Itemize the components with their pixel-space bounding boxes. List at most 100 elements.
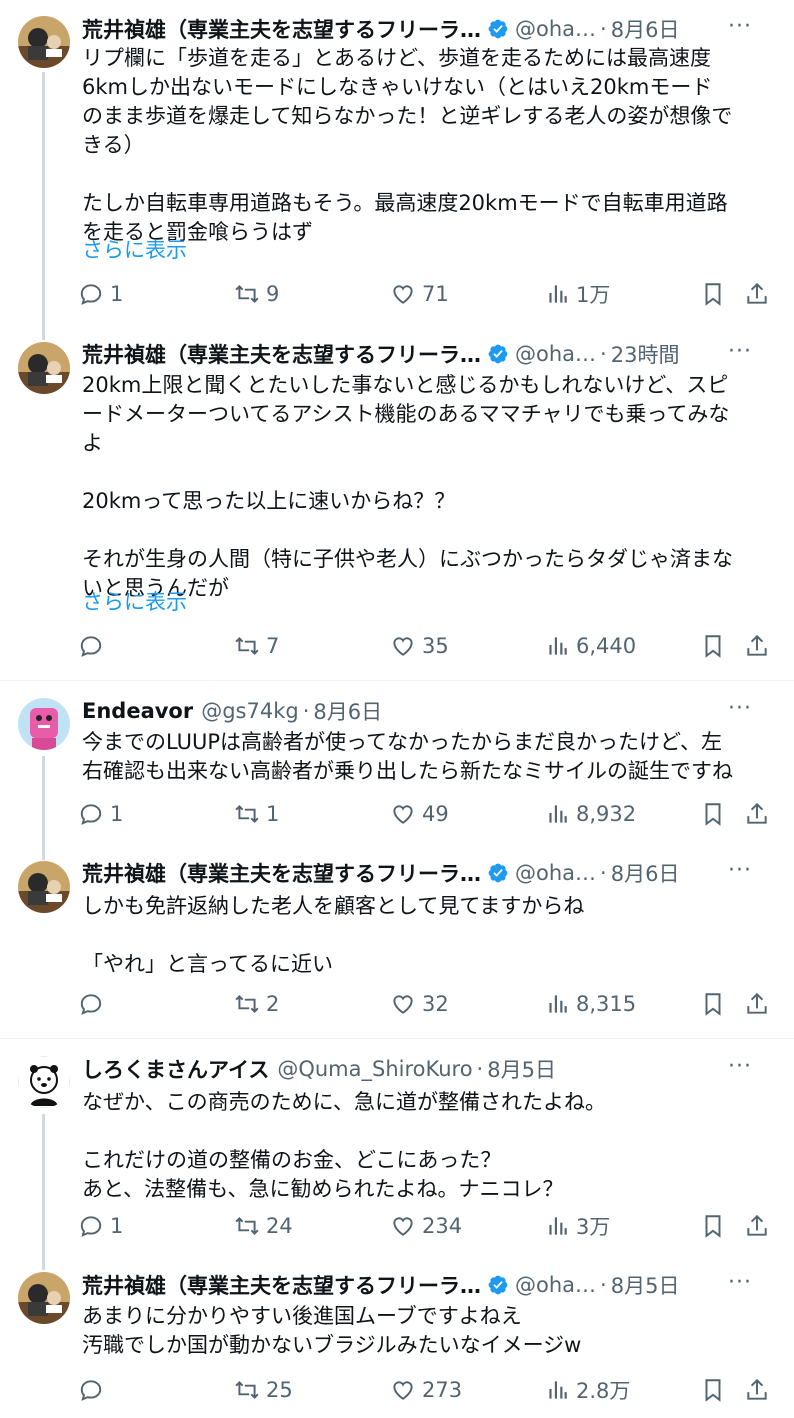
- author-handle[interactable]: @Quma_ShiroKuro: [277, 1057, 472, 1081]
- tweet-text: 20km上限と聞くとたいした事ないと感じるかもしれないけど、スピ ードメーターつ…: [82, 373, 733, 600]
- more-icon[interactable]: ···: [728, 858, 752, 883]
- retweet-count: 2: [266, 992, 280, 1016]
- author-handle[interactable]: @gs74kg: [201, 699, 298, 723]
- reply-button[interactable]: 1: [78, 1208, 123, 1244]
- reply-icon: [80, 636, 102, 657]
- views-icon: [549, 805, 567, 823]
- share-icon: [747, 802, 767, 824]
- share-button[interactable]: [744, 628, 776, 664]
- avatar[interactable]: [18, 342, 70, 394]
- reply-button[interactable]: [78, 628, 110, 664]
- show-more-link[interactable]: さらに表示: [82, 586, 187, 616]
- show-more-link[interactable]: さらに表示: [82, 234, 187, 264]
- retweet-icon: [235, 637, 259, 655]
- retweet-button[interactable]: 25: [234, 1372, 293, 1408]
- retweet-icon: [235, 1217, 259, 1235]
- retweet-button[interactable]: 2: [234, 986, 279, 1022]
- avatar[interactable]: [18, 1272, 70, 1324]
- avatar[interactable]: [18, 16, 70, 68]
- reply-button[interactable]: 1: [78, 276, 123, 312]
- views-button[interactable]: 3万: [544, 1208, 610, 1244]
- author-name[interactable]: しろくまさんアイス: [82, 1054, 269, 1084]
- author-handle[interactable]: @oha…: [515, 1273, 596, 1297]
- reply-button[interactable]: [78, 1372, 110, 1408]
- reply-button[interactable]: [78, 986, 110, 1022]
- thread-line: [42, 72, 45, 340]
- like-button[interactable]: 49: [390, 796, 449, 832]
- tweet-header: 荒井禎雄（専業主夫を志望するフリーラ… @oha… · 8月6日 ···: [82, 856, 774, 890]
- bookmark-button[interactable]: [700, 276, 732, 312]
- views-button[interactable]: 8,932: [544, 796, 636, 832]
- author-handle[interactable]: @oha…: [515, 17, 596, 41]
- divider: [0, 1038, 794, 1039]
- avatar[interactable]: [18, 698, 70, 750]
- like-count: 49: [422, 802, 449, 826]
- author-name[interactable]: Endeavor: [82, 699, 193, 723]
- like-button[interactable]: 35: [390, 628, 449, 664]
- timestamp[interactable]: 8月5日: [487, 1054, 556, 1084]
- more-icon[interactable]: ···: [728, 1270, 752, 1295]
- reply-icon: [80, 994, 102, 1015]
- timestamp[interactable]: 8月6日: [611, 858, 680, 888]
- author-name[interactable]: 荒井禎雄（専業主夫を志望するフリーラ…: [82, 339, 481, 369]
- retweet-icon: [235, 1381, 259, 1399]
- views-button[interactable]: 6,440: [544, 628, 636, 664]
- retweet-button[interactable]: 9: [234, 276, 279, 312]
- bookmark-button[interactable]: [700, 1372, 732, 1408]
- reply-button[interactable]: 1: [78, 796, 123, 832]
- views-button[interactable]: 1万: [544, 276, 610, 312]
- author-name[interactable]: 荒井禎雄（専業主夫を志望するフリーラ…: [82, 858, 481, 888]
- author-handle[interactable]: @oha…: [515, 342, 596, 366]
- share-icon: [747, 634, 767, 656]
- views-icon: [549, 637, 567, 655]
- share-button[interactable]: [744, 796, 776, 832]
- share-icon: [747, 282, 767, 304]
- more-icon[interactable]: ···: [728, 1054, 752, 1079]
- like-button[interactable]: 273: [390, 1372, 462, 1408]
- reply-icon: [80, 1216, 102, 1237]
- retweet-icon: [235, 285, 259, 303]
- separator-dot: ·: [600, 17, 607, 41]
- more-icon[interactable]: ···: [728, 339, 752, 364]
- view-count: 3万: [576, 1215, 611, 1239]
- avatar[interactable]: [18, 861, 70, 913]
- retweet-button[interactable]: 7: [234, 628, 279, 664]
- bookmark-button[interactable]: [700, 986, 732, 1022]
- retweet-button[interactable]: 24: [234, 1208, 293, 1244]
- reply-count: 1: [110, 802, 124, 826]
- tweet-header: しろくまさんアイス @Quma_ShiroKuro · 8月5日 ···: [82, 1052, 774, 1086]
- timestamp[interactable]: 8月6日: [313, 696, 382, 726]
- action-bar: 2 32 8,315: [78, 986, 778, 1022]
- like-button[interactable]: 32: [390, 986, 449, 1022]
- like-button[interactable]: 234: [390, 1208, 462, 1244]
- bookmark-icon: [705, 283, 721, 306]
- retweet-button[interactable]: 1: [234, 796, 279, 832]
- separator-dot: ·: [600, 861, 607, 885]
- timestamp[interactable]: 8月6日: [611, 14, 680, 44]
- author-name[interactable]: 荒井禎雄（専業主夫を志望するフリーラ…: [82, 14, 481, 44]
- author-name[interactable]: 荒井禎雄（専業主夫を志望するフリーラ…: [82, 1270, 481, 1300]
- share-button[interactable]: [744, 986, 776, 1022]
- tweet-text: しかも免許返納した老人を顧客として見てますからね 「やれ」と言ってるに近い: [82, 894, 585, 976]
- like-button[interactable]: 71: [390, 276, 449, 312]
- action-bar: 25 273 2.8万: [78, 1372, 778, 1408]
- reply-count: 1: [110, 282, 124, 306]
- like-icon: [393, 995, 413, 1014]
- share-button[interactable]: [744, 1208, 776, 1244]
- bookmark-button[interactable]: [700, 628, 732, 664]
- more-icon[interactable]: ···: [728, 14, 752, 39]
- more-icon[interactable]: ···: [728, 696, 752, 721]
- share-button[interactable]: [744, 276, 776, 312]
- avatar[interactable]: [18, 1056, 70, 1108]
- author-handle[interactable]: @oha…: [515, 861, 596, 885]
- share-button[interactable]: [744, 1372, 776, 1408]
- timestamp[interactable]: 8月5日: [611, 1270, 680, 1300]
- views-button[interactable]: 8,315: [544, 986, 636, 1022]
- bookmark-button[interactable]: [700, 1208, 732, 1244]
- tweet-text: なぜか、この商売のために、急に道が整備されたよね。 これだけの道の整備のお金、ど…: [82, 1090, 606, 1201]
- timestamp[interactable]: 23時間: [611, 339, 680, 369]
- share-icon: [747, 992, 767, 1014]
- action-bar: 7 35 6,440: [78, 628, 778, 664]
- bookmark-button[interactable]: [700, 796, 732, 832]
- views-button[interactable]: 2.8万: [544, 1372, 630, 1408]
